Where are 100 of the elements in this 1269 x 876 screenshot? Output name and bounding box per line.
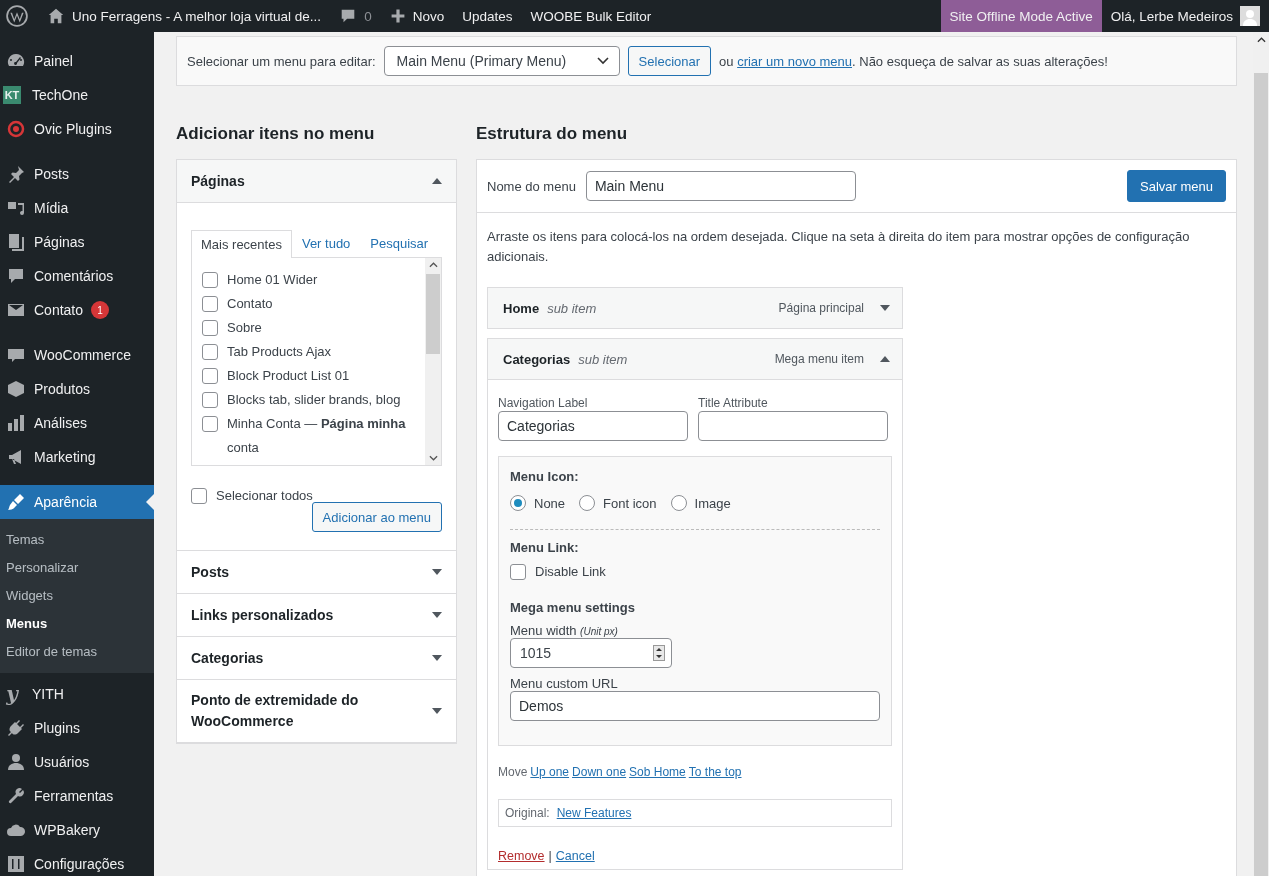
arrow-up-icon[interactable] bbox=[880, 356, 890, 362]
menu-dropdown[interactable]: Main Menu (Primary Menu) bbox=[383, 46, 620, 76]
spinner-icon[interactable] bbox=[653, 645, 665, 661]
sidebar-item[interactable]: Configurações bbox=[0, 847, 154, 876]
radio-button[interactable] bbox=[510, 495, 526, 511]
checkbox[interactable] bbox=[202, 368, 218, 384]
accordion-header[interactable]: Posts bbox=[177, 551, 456, 593]
checkbox[interactable] bbox=[202, 392, 218, 408]
tab[interactable]: Pesquisar bbox=[360, 229, 439, 257]
sidebar-item[interactable]: WooCommerce bbox=[0, 338, 154, 372]
select-button[interactable]: Selecionar bbox=[627, 46, 712, 76]
cancel-link[interactable]: Cancel bbox=[555, 849, 595, 863]
chevron-up-icon[interactable] bbox=[1256, 37, 1266, 43]
menu-label: WPBakery bbox=[34, 822, 101, 838]
move-link[interactable]: Sob Home bbox=[629, 765, 686, 779]
accordion-title: Categorias bbox=[191, 648, 264, 668]
sidebar-item[interactable]: Ovic Plugins bbox=[0, 112, 154, 146]
radio-button[interactable] bbox=[670, 495, 687, 511]
checkbox[interactable] bbox=[202, 416, 218, 432]
checkbox[interactable] bbox=[202, 272, 218, 288]
sidebar-item[interactable]: y YITH bbox=[0, 677, 154, 711]
submenu-item[interactable]: Personalizar bbox=[0, 554, 154, 582]
add-to-menu-button[interactable]: Adicionar ao menu bbox=[311, 502, 442, 532]
sidebar-item[interactable]: Contato 1 bbox=[0, 293, 154, 327]
sidebar-item[interactable]: Aparência bbox=[0, 485, 154, 519]
comments-link[interactable]: 0 bbox=[330, 0, 381, 32]
home-icon bbox=[47, 7, 65, 25]
original-label: Original: bbox=[505, 806, 550, 820]
sidebar-item[interactable]: Páginas bbox=[0, 225, 154, 259]
field-label: Title Attribute bbox=[698, 396, 769, 410]
title-attribute-field[interactable] bbox=[698, 411, 888, 441]
wordpress-logo-icon[interactable] bbox=[6, 5, 28, 27]
sidebar-item[interactable]: Usuários bbox=[0, 745, 154, 779]
site-title: Uno Ferragens - A melhor loja virtual de... bbox=[72, 8, 322, 24]
submenu-item[interactable]: Widgets bbox=[0, 582, 154, 610]
custom-url-field[interactable]: Demos bbox=[510, 691, 880, 721]
comment-count: 0 bbox=[364, 8, 372, 24]
sidebar-item[interactable]: WPBakery bbox=[0, 813, 154, 847]
sidebar-item[interactable]: Produtos bbox=[0, 372, 154, 406]
sidebar-item[interactable]: Ferramentas bbox=[0, 779, 154, 813]
cube-icon bbox=[6, 379, 26, 399]
sidebar-item[interactable]: Painel bbox=[0, 44, 154, 78]
sidebar-item[interactable]: Mídia bbox=[0, 191, 154, 225]
greeting: Olá, Lerbe Medeiros bbox=[1110, 8, 1233, 24]
menu-label: TechOne bbox=[32, 87, 89, 103]
sidebar-item[interactable]: Análises bbox=[0, 406, 154, 440]
wrench-icon bbox=[6, 786, 26, 806]
checkbox[interactable] bbox=[202, 296, 218, 312]
plug-icon bbox=[6, 718, 26, 738]
checkbox[interactable] bbox=[191, 488, 207, 504]
menu-label: Ovic Plugins bbox=[34, 121, 112, 137]
menu-name-field[interactable]: Main Menu bbox=[585, 171, 856, 201]
accordion-header[interactable]: Ponto de extremidade do WooCommerce bbox=[177, 680, 456, 742]
sidebar-item[interactable]: KT TechOne bbox=[0, 78, 154, 112]
radio-button[interactable] bbox=[579, 495, 596, 511]
remove-link[interactable]: Remove bbox=[498, 849, 545, 863]
accordion-header[interactable]: Links personalizados bbox=[177, 594, 456, 636]
move-link[interactable]: Up one bbox=[530, 765, 570, 779]
sidebar-item[interactable]: Posts bbox=[0, 157, 154, 191]
sidebar-item[interactable]: Plugins bbox=[0, 711, 154, 745]
navigation-label-field[interactable]: Categorias bbox=[498, 411, 688, 441]
menu-width-field[interactable]: 1015 bbox=[510, 638, 672, 668]
accordion-header[interactable]: Categorias bbox=[177, 637, 456, 679]
submenu-item[interactable]: Menus bbox=[0, 610, 154, 638]
offline-mode-badge[interactable]: Site Offline Mode Active bbox=[940, 0, 1102, 32]
chevron-up-icon[interactable] bbox=[428, 262, 438, 268]
accordion-header[interactable]: Páginas bbox=[177, 160, 456, 203]
accordion-title: Posts bbox=[191, 562, 230, 582]
menu-item-header[interactable]: Home sub item Página principal bbox=[488, 288, 902, 328]
scrollbar[interactable] bbox=[425, 258, 441, 465]
sidebar-item[interactable]: Marketing bbox=[0, 440, 154, 474]
checkbox[interactable] bbox=[202, 320, 218, 336]
menu-label: Usuários bbox=[34, 754, 90, 770]
menu-label: Produtos bbox=[34, 381, 91, 397]
account-link[interactable]: Olá, Lerbe Medeiros bbox=[1101, 0, 1269, 32]
site-name-link[interactable]: Uno Ferragens - A melhor loja virtual de... bbox=[38, 0, 331, 32]
menu-label: Posts bbox=[34, 166, 69, 182]
submenu-item[interactable]: Temas bbox=[0, 526, 154, 554]
avatar-icon bbox=[1240, 6, 1260, 26]
chevron-down-icon[interactable] bbox=[428, 455, 438, 461]
save-menu-button[interactable]: Salvar menu bbox=[1127, 170, 1226, 202]
original-link[interactable]: New Features bbox=[556, 806, 632, 820]
move-link[interactable]: To the top bbox=[688, 765, 742, 779]
sidebar-item[interactable]: Comentários bbox=[0, 259, 154, 293]
menu-label: Mídia bbox=[34, 200, 69, 216]
checkbox[interactable] bbox=[202, 344, 218, 360]
arrow-down-icon[interactable] bbox=[880, 305, 890, 311]
checkbox[interactable] bbox=[510, 564, 526, 580]
tab[interactable]: Ver tudo bbox=[291, 229, 361, 257]
new-content-link[interactable]: Novo bbox=[380, 0, 454, 32]
toolbar-link[interactable]: WOOBE Bulk Editor bbox=[521, 0, 661, 32]
menu-label: Configurações bbox=[34, 856, 125, 872]
menu-item-header[interactable]: Categorias sub item Mega menu item bbox=[488, 339, 902, 379]
toolbar-link[interactable]: Updates bbox=[453, 0, 522, 32]
create-menu-link[interactable]: criar um novo menu bbox=[737, 53, 852, 69]
tab[interactable]: Mais recentes bbox=[191, 230, 292, 258]
submenu-item[interactable]: Editor de temas bbox=[0, 638, 154, 666]
move-link[interactable]: Down one bbox=[572, 765, 627, 779]
radio-label: Image bbox=[694, 495, 731, 511]
radio-label: None bbox=[534, 495, 566, 511]
